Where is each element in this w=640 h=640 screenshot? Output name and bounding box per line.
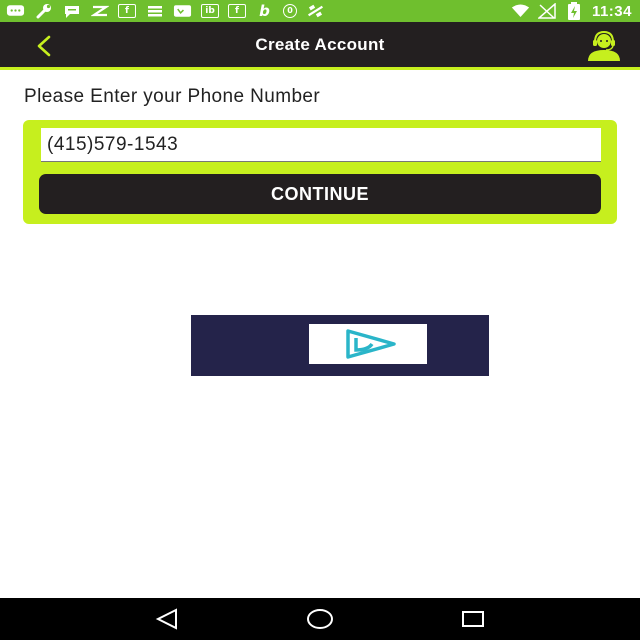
b-icon: b <box>259 1 270 20</box>
clock: 11:34 <box>591 2 632 20</box>
page-title: Create Account <box>255 34 385 54</box>
system-icons: 11:34 <box>511 2 632 20</box>
nav-home-button[interactable] <box>300 599 340 639</box>
system-nav-bar <box>0 598 640 640</box>
message-icon <box>6 3 25 19</box>
stack-icon <box>145 3 164 19</box>
chevron-left-icon <box>37 35 51 57</box>
home-circle-icon <box>306 609 333 629</box>
back-button[interactable] <box>28 30 60 62</box>
wifi-icon <box>511 3 530 19</box>
satellite-icon <box>306 3 325 19</box>
ib-icon: ib <box>201 4 219 18</box>
notification-icons: f ib f b 0 <box>6 3 325 19</box>
nav-back-button[interactable] <box>147 599 187 639</box>
app-header: Create Account <box>0 22 640 70</box>
continue-button[interactable]: CONTINUE <box>39 174 601 214</box>
circle-app-icon: 0 <box>283 4 297 18</box>
phone-form-panel: CONTINUE <box>23 120 617 224</box>
nav-recents-button[interactable] <box>453 599 493 639</box>
battery-charging-icon <box>565 2 584 20</box>
support-button[interactable] <box>582 28 626 64</box>
facebook-icon: f <box>118 4 136 18</box>
wrench-icon <box>34 3 53 19</box>
zedge-icon <box>90 3 109 19</box>
recents-square-icon <box>462 611 485 627</box>
facebook-icon: f <box>228 4 246 18</box>
ad-play-tile <box>309 324 427 364</box>
ad-banner[interactable] <box>191 315 489 376</box>
phone-number-input[interactable] <box>41 128 601 162</box>
back-triangle-icon <box>155 608 177 630</box>
customer-support-icon <box>588 30 620 61</box>
signal-off-icon <box>538 3 557 19</box>
status-bar: f ib f b 0 11:34 <box>0 0 640 22</box>
voicemail-icon <box>173 3 192 19</box>
chat-icon <box>62 3 81 19</box>
phone-number-prompt: Please Enter your Phone Number <box>24 86 321 107</box>
play-icon <box>346 329 396 359</box>
